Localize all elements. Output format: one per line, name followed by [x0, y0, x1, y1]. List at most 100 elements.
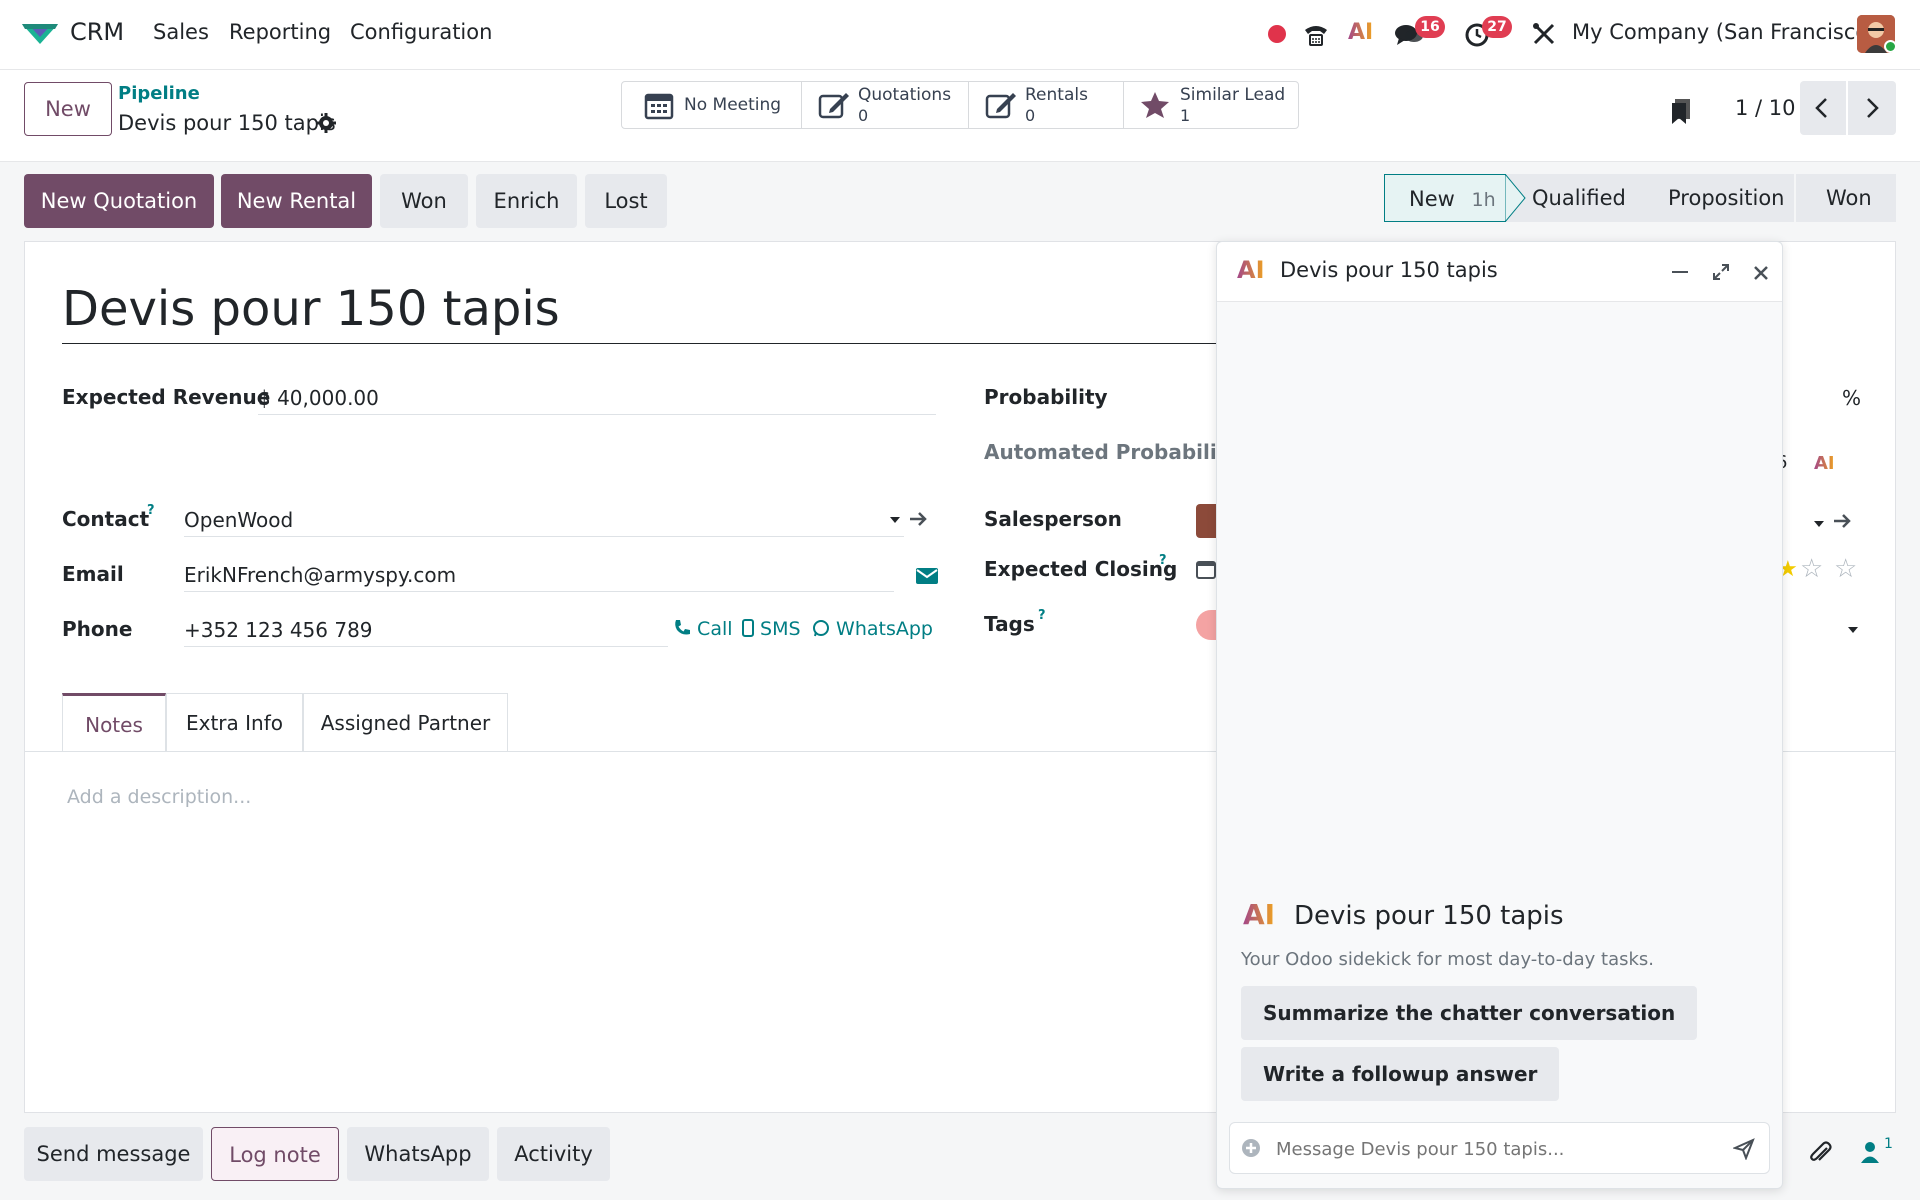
tags-help[interactable]: ?: [1038, 608, 1046, 623]
stage-won[interactable]: Won: [1796, 174, 1896, 222]
enrich-button[interactable]: Enrich: [476, 174, 577, 228]
send-icon[interactable]: [1731, 1138, 1755, 1165]
activity-button[interactable]: Activity: [497, 1127, 610, 1181]
contact-help[interactable]: ?: [147, 503, 155, 518]
suggestion-summarize-button[interactable]: Summarize the chatter conversation: [1241, 986, 1698, 1040]
priority-star-icon[interactable]: ☆: [1800, 554, 1823, 584]
tab-notes[interactable]: Notes: [62, 693, 166, 751]
tab-extra-info[interactable]: Extra Info: [166, 693, 303, 751]
new-record-button[interactable]: New: [24, 82, 112, 136]
stage-qualified[interactable]: Qualified: [1526, 174, 1638, 222]
breadcrumb-pipeline[interactable]: Pipeline: [118, 83, 200, 104]
ai-message-input[interactable]: [1276, 1133, 1716, 1165]
pager-value[interactable]: 1 / 10: [1735, 96, 1796, 120]
suggestion-followup-button[interactable]: Write a followup answer: [1241, 1047, 1560, 1101]
phone-handset-icon: [675, 620, 690, 635]
new-quotation-button[interactable]: New Quotation: [24, 174, 214, 228]
calendar-icon[interactable]: [1196, 559, 1216, 584]
meeting-label: No Meeting: [684, 95, 782, 115]
company-switcher[interactable]: My Company (San Francisco): [1572, 20, 1876, 44]
probability-percent: %: [1842, 386, 1862, 410]
stage-proposition-label: Proposition: [1668, 186, 1785, 210]
tab-assigned-partner[interactable]: Assigned Partner: [303, 693, 508, 751]
menu-sales[interactable]: Sales: [153, 20, 209, 44]
debug-tools-icon[interactable]: [1532, 22, 1556, 51]
salesperson-avatar[interactable]: [1196, 504, 1216, 538]
expected-closing-label: Expected Closing: [984, 557, 1178, 581]
contact-label: Contact: [62, 507, 150, 531]
won-button[interactable]: Won: [380, 174, 468, 228]
breadcrumb-current: Devis pour 150 tapis: [118, 111, 336, 135]
add-circle-icon[interactable]: [1241, 1138, 1261, 1163]
priority-star-icon[interactable]: ☆: [1834, 554, 1857, 584]
stage-new-label: New: [1409, 187, 1455, 211]
lost-button[interactable]: Lost: [585, 174, 667, 228]
expected-revenue-field[interactable]: $ 40,000.00: [258, 386, 379, 410]
minimize-icon[interactable]: [1672, 271, 1688, 273]
ai-icon[interactable]: AI: [1348, 20, 1373, 45]
log-note-button[interactable]: Log note: [211, 1127, 339, 1181]
quotations-smart-button[interactable]: Quotations 0: [802, 82, 969, 128]
sms-link[interactable]: SMS: [742, 618, 801, 640]
call-link[interactable]: Call: [673, 618, 733, 640]
lead-title[interactable]: Devis pour 150 tapis: [62, 281, 560, 337]
similar-lead-label: Similar Lead: [1180, 85, 1286, 105]
activities-badge: 27: [1482, 16, 1512, 38]
call-label: Call: [697, 618, 733, 640]
description-editor[interactable]: Add a description...: [67, 786, 251, 808]
arrow-right-icon[interactable]: [908, 509, 928, 534]
calendar-icon: [644, 90, 674, 125]
similar-lead-smart-button[interactable]: Similar Lead 1: [1124, 82, 1298, 128]
recording-dot-icon[interactable]: [1268, 25, 1286, 43]
new-rental-button[interactable]: New Rental: [221, 174, 372, 228]
whatsapp-chatter-button[interactable]: WhatsApp: [347, 1127, 489, 1181]
app-name[interactable]: CRM: [70, 18, 124, 46]
ai-chat-header[interactable]: AI Devis pour 150 tapis: [1217, 242, 1782, 302]
automated-probability-label: Automated Probability: [984, 440, 1240, 464]
caret-down-icon[interactable]: [890, 517, 900, 523]
stage-arrow: [1505, 174, 1526, 222]
tags-label: Tags: [984, 612, 1035, 636]
menu-reporting[interactable]: Reporting: [229, 20, 331, 44]
whatsapp-link[interactable]: WhatsApp: [812, 618, 933, 640]
revenue-underline: [258, 414, 936, 415]
ai-intro-logo-icon: AI: [1243, 898, 1276, 931]
bookmark-icon[interactable]: [1670, 97, 1692, 130]
crm-app-icon[interactable]: [20, 20, 60, 48]
title-underline: [62, 343, 1217, 344]
expected-closing-help[interactable]: ?: [1159, 553, 1167, 568]
followers-count: 1: [1884, 1136, 1893, 1152]
chevron-right-icon: [1864, 97, 1880, 124]
meeting-smart-button[interactable]: No Meeting: [622, 82, 802, 128]
pager-next-button[interactable]: [1848, 81, 1896, 135]
caret-down-icon[interactable]: [1848, 627, 1858, 633]
probability-label: Probability: [984, 385, 1108, 409]
stage-proposition[interactable]: Proposition: [1640, 174, 1794, 222]
arrow-right-icon[interactable]: [1832, 511, 1852, 536]
phone-icon[interactable]: [1302, 20, 1330, 53]
send-message-button[interactable]: Send message: [24, 1127, 203, 1181]
menu-configuration[interactable]: Configuration: [350, 20, 492, 44]
phone-field[interactable]: +352 123 456 789: [184, 618, 373, 642]
pager-previous-button[interactable]: [1800, 81, 1846, 135]
settings-gear-icon[interactable]: [316, 113, 336, 138]
email-field[interactable]: ErikNFrench@armyspy.com: [184, 563, 456, 587]
envelope-icon[interactable]: [916, 566, 938, 590]
close-icon[interactable]: [1752, 263, 1770, 287]
edit-icon: [818, 91, 850, 124]
contact-field[interactable]: OpenWood: [184, 508, 293, 532]
email-label: Email: [62, 562, 124, 586]
phone-label: Phone: [62, 617, 133, 641]
mobile-icon: [742, 619, 754, 637]
chevron-left-icon: [1814, 97, 1830, 124]
messages-badge: 16: [1415, 16, 1445, 38]
rentals-smart-button[interactable]: Rentals 0: [969, 82, 1124, 128]
followers-icon[interactable]: [1860, 1140, 1880, 1169]
email-underline: [184, 591, 894, 592]
ai-probability-icon[interactable]: AI: [1814, 453, 1835, 474]
stage-new[interactable]: New 1h: [1384, 174, 1506, 222]
paperclip-icon[interactable]: [1808, 1140, 1834, 1171]
quotations-label: Quotations: [858, 85, 952, 105]
caret-down-icon[interactable]: [1814, 521, 1824, 527]
expand-icon[interactable]: [1711, 262, 1731, 287]
